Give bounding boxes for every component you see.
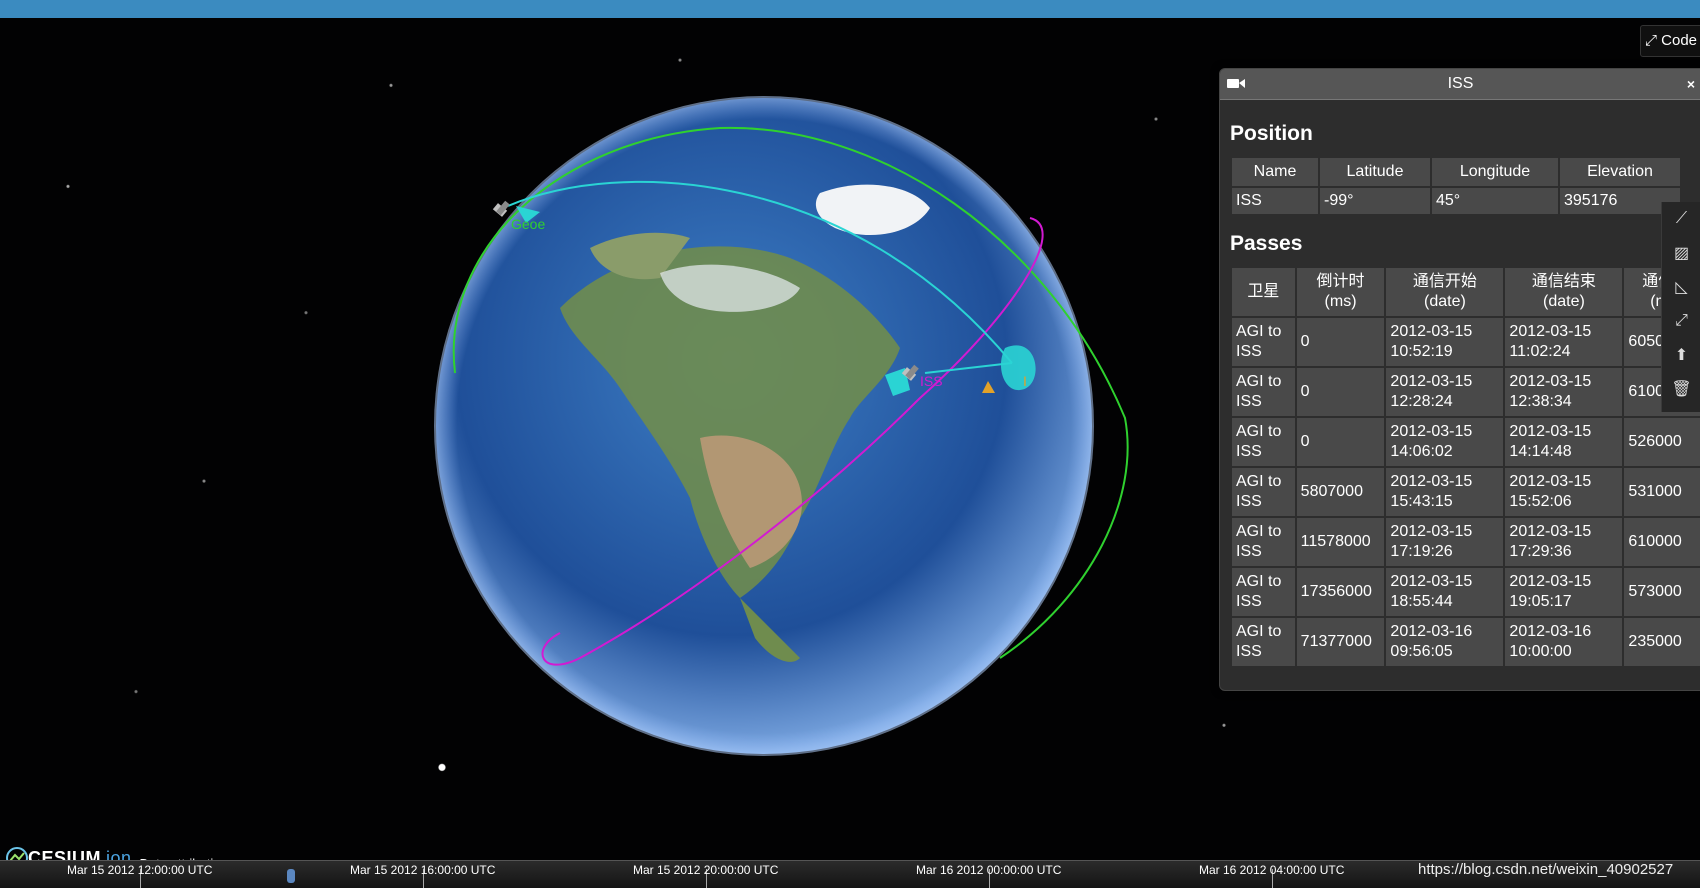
passes-end: 2012-03-15 12:38:34: [1505, 368, 1623, 416]
position-header-name: Name: [1232, 158, 1318, 186]
passes-countdown: 71377000: [1296, 618, 1385, 666]
passes-row: AGI to ISS 0 2012-03-15 12:28:24 2012-03-15 12…: [1232, 368, 1700, 416]
passes-start: 2012-03-15 12:28:24: [1386, 368, 1504, 416]
passes-duration: 235000: [1624, 618, 1700, 666]
close-icon[interactable]: ×: [1687, 69, 1695, 99]
passes-start: 2012-03-15 17:19:26: [1386, 518, 1504, 566]
passes-duration: 531000: [1624, 468, 1700, 516]
passes-start: 2012-03-15 14:06:02: [1386, 418, 1504, 466]
measure-toolbar: ⟋ ▨ ◺ ⤢ ⬆ 🗑: [1661, 202, 1700, 412]
passes-heading: Passes: [1230, 232, 1303, 255]
info-box-body: Position Name Latitude Longitude Elevati…: [1220, 122, 1700, 668]
passes-row: AGI to ISS 0 2012-03-15 14:06:02 2012-03-15 14…: [1232, 418, 1700, 466]
passes-start: 2012-03-15 18:55:44: [1386, 568, 1504, 616]
position-row: ISS -99° 45° 395176: [1232, 188, 1680, 214]
passes-countdown: 0: [1296, 418, 1385, 466]
passes-row: AGI to ISS 5807000 2012-03-15 15:43:15 2012-0…: [1232, 468, 1700, 516]
passes-satellite: AGI to ISS: [1232, 418, 1295, 466]
measure-height-icon[interactable]: ⤢: [1662, 304, 1700, 338]
passes-satellite: AGI to ISS: [1232, 368, 1295, 416]
passes-duration: 610000: [1624, 518, 1700, 566]
passes-end: 2012-03-16 10:00:00: [1505, 618, 1623, 666]
position-name: ISS: [1232, 188, 1318, 214]
code-button[interactable]: ⤢ Code: [1640, 25, 1700, 57]
passes-header-row: 卫星 倒计时(ms) 通信开始(date) 通信结束(date) 通信时(ms): [1232, 268, 1700, 316]
passes-satellite: AGI to ISS: [1232, 568, 1295, 616]
passes-satellite: AGI to ISS: [1232, 468, 1295, 516]
passes-countdown: 0: [1296, 368, 1385, 416]
passes-header-start: 通信开始 (date): [1386, 268, 1504, 316]
passes-end: 2012-03-15 14:14:48: [1505, 418, 1623, 466]
passes-duration: 573000: [1624, 568, 1700, 616]
info-box-title: ISS: [1447, 75, 1474, 92]
passes-row: AGI to ISS 17356000 2012-03-15 18:55:44 2012-…: [1232, 568, 1700, 616]
passes-header-satellite: 卫星: [1232, 268, 1295, 316]
info-box: ISS × Position Name Latitude Longitude E…: [1219, 68, 1700, 691]
measure-distance-icon[interactable]: ⟋: [1662, 202, 1700, 236]
timeline-label: Mar 15 2012 20:00:00 UTC: [633, 863, 779, 877]
geo-satellite-label: Geoe: [511, 216, 545, 232]
passes-start: 2012-03-15 10:52:19: [1386, 318, 1504, 366]
iss-satellite-label: ISS: [920, 373, 943, 389]
camera-icon[interactable]: [1227, 78, 1245, 89]
passes-countdown: 11578000: [1296, 518, 1385, 566]
timeline-label: Mar 16 2012 00:00:00 UTC: [916, 863, 1062, 877]
position-header-latitude: Latitude: [1320, 158, 1430, 186]
position-latitude: -99°: [1320, 188, 1430, 214]
position-header-longitude: Longitude: [1432, 158, 1558, 186]
position-heading: Position: [1230, 122, 1313, 145]
passes-end: 2012-03-15 19:05:17: [1505, 568, 1623, 616]
atmosphere-glow: [434, 96, 1094, 756]
position-table: Name Latitude Longitude Elevation ISS -9…: [1230, 156, 1682, 216]
watermark-text: https://blog.csdn.net/weixin_40902527: [1418, 861, 1674, 878]
passes-duration: 526000: [1624, 418, 1700, 466]
timeline[interactable]: Mar 15 2012 12:00:00 UTC Mar 15 2012 16:…: [0, 860, 1700, 888]
passes-start: 2012-03-16 09:56:05: [1386, 618, 1504, 666]
timeline-label: Mar 16 2012 04:00:00 UTC: [1199, 863, 1345, 877]
passes-row: AGI to ISS 0 2012-03-15 10:52:19 2012-03-15 11…: [1232, 318, 1700, 366]
passes-end: 2012-03-15 15:52:06: [1505, 468, 1623, 516]
position-header-row: Name Latitude Longitude Elevation: [1232, 158, 1680, 186]
passes-satellite: AGI to ISS: [1232, 618, 1295, 666]
info-box-titlebar: ISS ×: [1220, 69, 1700, 100]
passes-table: 卫星 倒计时(ms) 通信开始(date) 通信结束(date) 通信时(ms)…: [1230, 266, 1700, 668]
passes-start: 2012-03-15 15:43:15: [1386, 468, 1504, 516]
position-longitude: 45°: [1432, 188, 1558, 214]
passes-end: 2012-03-15 11:02:24: [1505, 318, 1623, 366]
timeline-label: Mar 15 2012 12:00:00 UTC: [67, 863, 213, 877]
geo-satellite-icon: [492, 200, 510, 217]
position-header-elevation: Elevation: [1560, 158, 1680, 186]
passes-satellite: AGI to ISS: [1232, 318, 1295, 366]
timeline-label: Mar 15 2012 16:00:00 UTC: [350, 863, 496, 877]
passes-end: 2012-03-15 17:29:36: [1505, 518, 1623, 566]
timeline-needle[interactable]: [287, 869, 295, 883]
passes-countdown: 17356000: [1296, 568, 1385, 616]
measure-triangle-icon[interactable]: ◺: [1662, 270, 1700, 304]
code-button-label: Code: [1661, 32, 1698, 49]
ground-station-label: I: [1023, 373, 1027, 389]
top-bar: [0, 0, 1700, 18]
passes-satellite: AGI to ISS: [1232, 518, 1295, 566]
passes-countdown: 0: [1296, 318, 1385, 366]
measure-area-icon[interactable]: ▨: [1662, 236, 1700, 270]
passes-header-countdown: 倒计时 (ms): [1296, 268, 1385, 316]
location-marker-icon[interactable]: ⬆: [1662, 338, 1700, 372]
passes-row: AGI to ISS 11578000 2012-03-15 17:19:26 2012-…: [1232, 518, 1700, 566]
expand-icon: ⤢: [1644, 32, 1657, 49]
passes-header-end: 通信结束 (date): [1505, 268, 1623, 316]
trash-icon[interactable]: 🗑: [1662, 372, 1700, 406]
passes-countdown: 5807000: [1296, 468, 1385, 516]
passes-table-container[interactable]: 卫星 倒计时(ms) 通信开始(date) 通信结束(date) 通信时(ms)…: [1230, 266, 1700, 668]
passes-row: AGI to ISS 71377000 2012-03-16 09:56:05 2012-…: [1232, 618, 1700, 666]
